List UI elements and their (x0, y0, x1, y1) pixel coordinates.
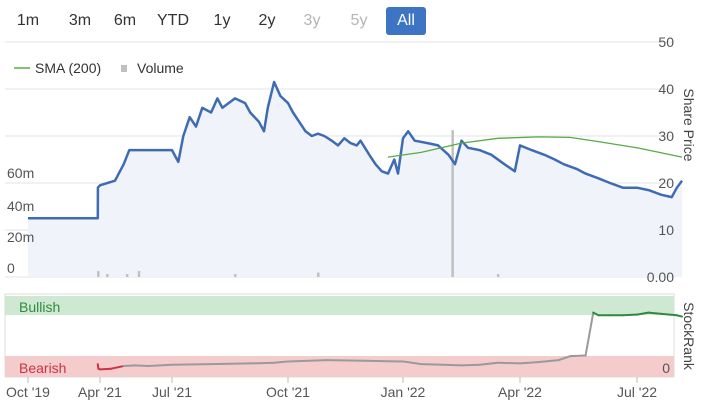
price-tick-label: 30 (658, 128, 674, 144)
bearish-zone (5, 356, 674, 377)
volume-bar (97, 271, 100, 277)
range-button-1m[interactable]: 1m (10, 7, 46, 35)
stock-chart: SMA (200) Volume50403020100.0060m40m20m0S… (4, 34, 697, 400)
stockrank-segment (99, 367, 113, 371)
volume-bar (137, 271, 141, 277)
price-tick-label: 40 (658, 81, 674, 97)
stockrank-segment (147, 363, 173, 368)
x-tick-label: Jul '22 (617, 384, 657, 400)
bullish-label: Bullish (19, 299, 60, 315)
stockrank-segment (210, 362, 252, 366)
x-tick-label: Oct '19 (6, 384, 50, 400)
volume-bar (125, 274, 129, 277)
stockrank-tick-label: 0 (662, 360, 670, 376)
stockrank-segment (122, 364, 136, 368)
stockrank-segment (133, 364, 150, 368)
stockrank-segment (171, 363, 213, 366)
volume-tick-label: 0 (7, 260, 15, 276)
range-button-1y[interactable]: 1y (200, 7, 244, 35)
range-button-3m[interactable]: 3m (57, 7, 103, 35)
range-button-all[interactable]: All (386, 7, 426, 35)
stockrank-segment (273, 360, 289, 364)
stockrank-axis-title: StockRank (681, 302, 697, 371)
stockrank-segment (420, 363, 445, 366)
bearish-label: Bearish (19, 360, 66, 376)
stockrank-segment (496, 361, 521, 365)
legend-volume-swatch (121, 65, 127, 72)
bullish-zone (5, 296, 674, 315)
range-button-5y: 5y (350, 12, 368, 29)
volume-tick-label: 40m (7, 198, 34, 214)
volume-bar (234, 274, 237, 277)
x-tick-label: Jul '21 (152, 384, 192, 400)
x-tick-label: Oct '21 (266, 384, 310, 400)
volume-bar (451, 130, 454, 277)
stockrank-segment (519, 361, 539, 365)
x-tick-label: Jan '22 (381, 384, 426, 400)
range-button-2y[interactable]: 2y (245, 7, 289, 35)
stockrank-segment (460, 363, 481, 367)
range-button-3y: 3y (303, 12, 321, 29)
stockrank-segment (647, 311, 663, 315)
stockrank-segment (660, 312, 678, 317)
range-button-6m[interactable]: 6m (103, 7, 147, 35)
volume-tick-label: 20m (7, 229, 34, 245)
volume-bar (496, 274, 500, 277)
volume-bar (317, 272, 320, 277)
stockrank-segment (249, 361, 276, 365)
stockrank-segment (569, 354, 587, 358)
stockrank-segment (621, 313, 638, 317)
volume-tick-label: 60m (7, 165, 34, 181)
stockrank-segment (287, 359, 328, 363)
price-tick-label: 10 (658, 222, 674, 238)
price-axis-title: Share Price (681, 88, 697, 161)
stockrank-segment (325, 359, 366, 362)
x-tick-label: Apr '21 (78, 384, 122, 400)
x-tick-label: Apr '22 (498, 384, 542, 400)
legend-sma-label: SMA (200) (35, 60, 101, 76)
price-tick-label: 50 (658, 34, 674, 50)
stockrank-segment (442, 363, 463, 367)
volume-bar (106, 274, 109, 277)
price-area (28, 82, 682, 277)
range-button-ytd[interactable]: YTD (150, 7, 196, 35)
price-tick-label: 0.00 (647, 269, 674, 285)
price-tick-label: 20 (658, 175, 674, 191)
legend-volume-label: Volume (137, 60, 184, 76)
stockrank-segment (363, 359, 404, 363)
